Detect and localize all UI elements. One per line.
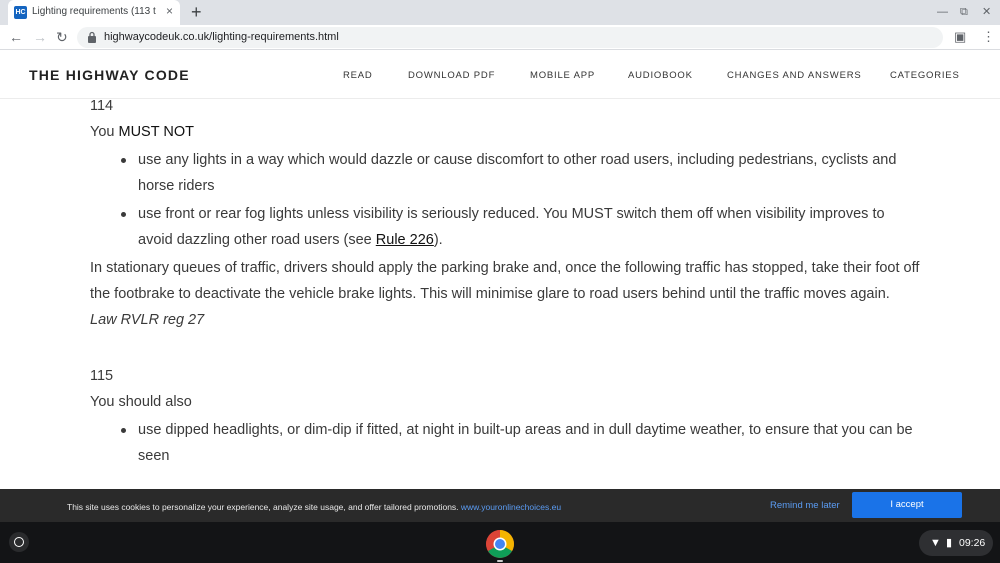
new-tab-button[interactable]: + xyxy=(191,2,202,22)
nav-audiobook[interactable]: AUDIOBOOK xyxy=(628,70,693,81)
rule-bullet-list: use dipped headlights, or dim-dip if fit… xyxy=(90,417,920,469)
rule-bullet-list: use any lights in a way which would dazz… xyxy=(90,147,920,253)
tab-close-icon[interactable]: × xyxy=(166,4,173,19)
nav-download-pdf[interactable]: DOWNLOAD PDF xyxy=(408,70,495,81)
tab-title: Lighting requirements (113 to 11 xyxy=(32,6,156,17)
rule-number: 114 xyxy=(90,98,114,114)
site-favicon-icon: HC xyxy=(14,6,27,19)
chrome-running-indicator xyxy=(497,560,503,562)
list-item: use dipped headlights, or dim-dip if fit… xyxy=(121,417,920,469)
bullet-text-end: ). xyxy=(433,232,443,248)
rule-number: 115 xyxy=(90,368,114,384)
rule-intro: You should also xyxy=(90,394,192,410)
wifi-icon: ▼ xyxy=(930,537,941,549)
status-tray[interactable]: ▼ ▮ 09:26 xyxy=(919,530,993,556)
address-bar[interactable]: highwaycodeuk.co.uk/lighting-requirement… xyxy=(77,27,943,48)
law-reference: Law RVLR reg 27 xyxy=(90,312,205,328)
intro-prefix: You xyxy=(90,124,119,140)
forward-icon[interactable]: → xyxy=(33,29,47,45)
tab-strip: HC Lighting requirements (113 to 11 × + … xyxy=(0,0,1000,25)
browser-tab[interactable]: HC Lighting requirements (113 to 11 × xyxy=(8,0,180,25)
battery-icon: ▮ xyxy=(946,537,953,549)
reload-icon[interactable]: ↻ xyxy=(56,29,68,45)
nav-changes-and-answers[interactable]: CHANGES AND ANSWERS xyxy=(727,70,862,81)
cookie-banner: This site uses cookies to personalize yo… xyxy=(0,489,1000,522)
rule-226-link[interactable]: Rule 226 xyxy=(376,232,434,248)
launcher-icon[interactable] xyxy=(9,532,29,552)
must-not-text: MUST NOT xyxy=(118,124,194,140)
os-shelf: ▼ ▮ 09:26 xyxy=(0,522,1000,563)
rule-paragraph: In stationary queues of traffic, drivers… xyxy=(90,260,920,302)
lock-icon xyxy=(88,31,96,43)
minimize-icon[interactable]: — xyxy=(937,5,948,19)
menu-icon[interactable]: ⋮ xyxy=(982,29,995,45)
chrome-icon[interactable] xyxy=(485,529,515,559)
accept-cookies-button[interactable]: I accept xyxy=(852,492,962,518)
list-item: use any lights in a way which would dazz… xyxy=(121,147,920,199)
nav-mobile-app[interactable]: MOBILE APP xyxy=(530,70,595,81)
cookie-text: This site uses cookies to personalize yo… xyxy=(67,502,561,512)
url-text[interactable]: highwaycodeuk.co.uk/lighting-requirement… xyxy=(104,31,339,43)
main-content: 114 You MUST NOT use any lights in a way… xyxy=(90,98,920,471)
cookie-choices-link[interactable]: www.youronlinechoices.eu xyxy=(461,502,561,512)
rule-intro: You MUST NOT xyxy=(90,119,920,145)
profile-icon[interactable]: ▣ xyxy=(954,29,966,45)
nav-categories[interactable]: CATEGORIES xyxy=(890,70,960,81)
nav-read[interactable]: READ xyxy=(343,70,373,81)
cookie-message: This site uses cookies to personalize yo… xyxy=(67,502,461,512)
clock: 09:26 xyxy=(959,537,986,549)
back-icon[interactable]: ← xyxy=(9,29,23,45)
site-header: THE HIGHWAY CODE READ DOWNLOAD PDF MOBIL… xyxy=(0,50,1000,99)
close-window-icon[interactable]: ✕ xyxy=(982,5,991,19)
browser-toolbar: ← → ↻ highwaycodeuk.co.uk/lighting-requi… xyxy=(0,25,1000,50)
remind-later-button[interactable]: Remind me later xyxy=(770,500,840,511)
bullet-text: use front or rear fog lights unless visi… xyxy=(138,206,885,248)
site-logo[interactable]: THE HIGHWAY CODE xyxy=(29,67,190,83)
restore-icon[interactable]: ⧉ xyxy=(960,5,968,19)
list-item: use front or rear fog lights unless visi… xyxy=(121,201,920,253)
